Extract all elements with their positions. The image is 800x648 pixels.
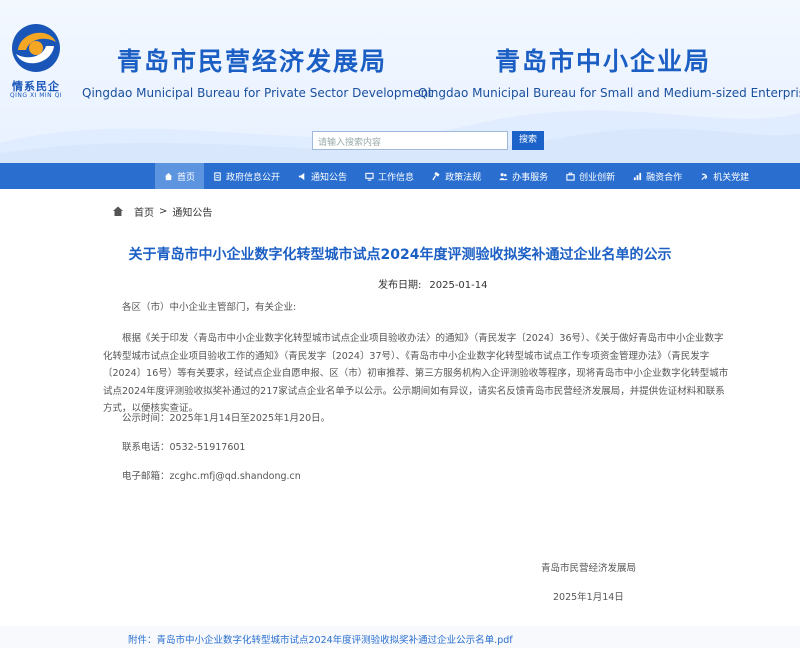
- nav-item-home[interactable]: 首页: [155, 163, 205, 189]
- home-icon[interactable]: [112, 205, 124, 217]
- org-sme-bureau-cn: 青岛市中小企业局: [494, 47, 711, 76]
- chart-icon: [633, 172, 642, 181]
- nav-item-policies[interactable]: 政策法规: [423, 163, 490, 189]
- article-greeting: 各区（市）中小企业主管部门，有关企业:: [122, 302, 297, 313]
- nav-item-party[interactable]: 机关党建: [691, 163, 758, 189]
- monitor-icon: [365, 172, 374, 181]
- org-private-sector: 青岛市民营经济发展局 Qingdao Municipal Bureau for …: [82, 46, 433, 100]
- speaker-icon: [298, 172, 307, 181]
- signature-org: 青岛市民营经济发展局: [541, 563, 637, 574]
- publish-date-label: 发布日期:: [378, 280, 422, 291]
- nav-item-label: 工作信息: [378, 172, 415, 183]
- nav-item-financing[interactable]: 融资合作: [624, 163, 691, 189]
- nav-item-notices[interactable]: 通知公告: [289, 163, 356, 189]
- org-sme-bureau: 青岛市中小企业局 Qingdao Municipal Bureau for Sm…: [418, 46, 800, 100]
- site-header: 情系民企 QING XI MIN QI 青岛市民营经济发展局 Qingdao M…: [0, 0, 800, 163]
- logo-subtitle: QING XI MIN QI: [9, 92, 63, 99]
- people-icon: [499, 172, 508, 181]
- search-input[interactable]: 请输入搜索内容: [312, 131, 508, 150]
- contact-phone: 联系电话：0532-51917601: [122, 442, 246, 453]
- nav-item-label: 办事服务: [512, 172, 549, 183]
- attachment-link[interactable]: 附件：青岛市中小企业数字化转型城市试点2024年度评测验收拟奖补通过企业公示名单…: [128, 632, 513, 646]
- signature-date: 2025年1月14日: [553, 592, 624, 603]
- nav-item-innovation[interactable]: 创业创新: [557, 163, 624, 189]
- publish-date-value: 2025-01-14: [429, 280, 488, 291]
- nav-item-gov-info[interactable]: 政府信息公开: [204, 163, 289, 189]
- site-logo[interactable]: 情系民企 QING XI MIN QI: [8, 20, 64, 104]
- briefcase-icon: [566, 172, 575, 181]
- publish-date: 发布日期: 2025-01-14: [378, 276, 488, 291]
- nav-item-label: 政策法规: [445, 172, 482, 183]
- breadcrumb-separator: >: [159, 205, 168, 217]
- breadcrumb-current[interactable]: 通知公告: [172, 204, 212, 219]
- nav-item-label: 通知公告: [311, 172, 348, 183]
- search-button[interactable]: 搜索: [512, 131, 544, 150]
- logo-emblem-icon: [12, 24, 60, 72]
- org-sme-bureau-en: Qingdao Municipal Bureau for Small and M…: [418, 86, 800, 100]
- home-icon: [164, 172, 173, 181]
- breadcrumb: 首页 > 通知公告: [112, 204, 212, 219]
- nav-item-work-info[interactable]: 工作信息: [356, 163, 423, 189]
- nav-item-label: 首页: [177, 172, 196, 183]
- party-icon: [700, 172, 709, 181]
- nav-item-services[interactable]: 办事服务: [490, 163, 557, 189]
- document-icon: [213, 171, 222, 181]
- main-nav: 首页 政府信息公开 通知公告 工作信息 政策法规 办事服务 创业创新 融资合作: [0, 163, 800, 189]
- breadcrumb-home-link[interactable]: 首页: [134, 204, 154, 219]
- nav-item-label: 创业创新: [579, 172, 616, 183]
- gavel-icon: [432, 171, 441, 181]
- notice-period: 公示时间：2025年1月14日至2025年1月20日。: [122, 413, 331, 424]
- article-title: 关于青岛市中小企业数字化转型城市试点2024年度评测验收拟奖补通过企业名单的公示: [128, 247, 672, 263]
- org-private-sector-cn: 青岛市民营经济发展局: [116, 47, 387, 76]
- nav-item-label: 机关党建: [713, 172, 750, 183]
- nav-item-label: 政府信息公开: [226, 172, 281, 183]
- nav-item-label: 融资合作: [646, 172, 683, 183]
- org-private-sector-en: Qingdao Municipal Bureau for Private Sec…: [82, 86, 433, 100]
- contact-email: 电子邮箱：zcghc.mfj@qd.shandong.cn: [122, 471, 301, 482]
- article-body: 根据《关于印发〈青岛市中小企业数字化转型城市试点企业项目验收办法〉的通知》（青民…: [103, 333, 729, 414]
- main-nav-list: 首页 政府信息公开 通知公告 工作信息 政策法规 办事服务 创业创新 融资合作: [155, 163, 758, 189]
